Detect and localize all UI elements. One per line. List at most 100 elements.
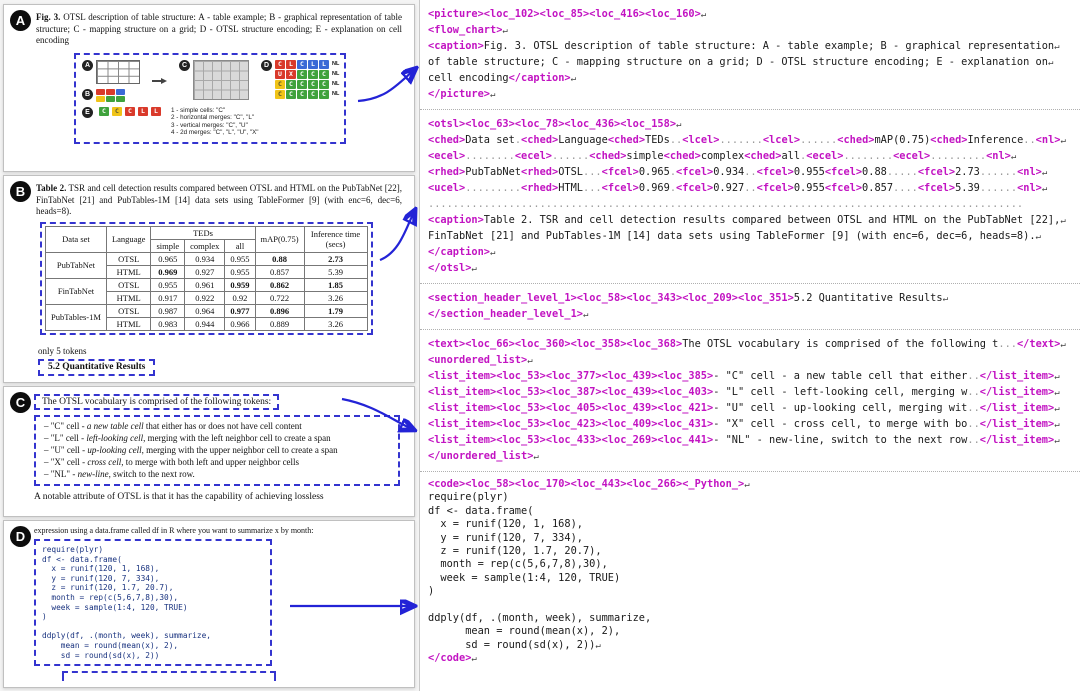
doctag-tag: <fcel> — [757, 166, 794, 178]
doctag-tag: <section_header_level_1> — [428, 292, 577, 304]
code-line: x = runif(120, 1, 168), — [42, 564, 264, 574]
doctag-tag: <list_item> — [428, 386, 496, 398]
doctag-tag: <ched> — [428, 134, 465, 146]
doctag-tag: <fcel> — [757, 182, 794, 194]
doctag-line: <picture><loc_102><loc_85><loc_416><loc_… — [428, 6, 1078, 22]
list-item: – "L" cell - left-looking cell, merging … — [44, 433, 390, 444]
doctag-tag: </otsl> — [428, 262, 471, 274]
return-icon: ↵ — [701, 10, 706, 20]
doctag-line: </otsl>↵ — [428, 260, 1078, 276]
table-cell: 2.73 — [304, 252, 367, 265]
mapping-grid-group: C — [179, 60, 249, 100]
code-line: sd = round(sd(x), 2)) — [42, 651, 264, 661]
doctag-line: <otsl><loc_63><loc_78><loc_436><loc_158>… — [428, 116, 1078, 132]
doctag-text: ddply(df, .(month, week), summarize, — [428, 612, 651, 624]
doctags-section-header-block: <section_header_level_1><loc_58><loc_343… — [420, 284, 1080, 330]
table-cell: HTML — [106, 291, 151, 304]
doctag-tag: </caption> — [509, 72, 571, 84]
nl-label: NL — [332, 61, 339, 67]
doctag-tag: </picture> — [428, 88, 490, 100]
diagram-label-d: D — [261, 60, 272, 71]
return-icon: ↵ — [471, 654, 476, 664]
col-header-map: mAP(0.75) — [255, 226, 304, 252]
otsl-grid-row — [96, 96, 125, 102]
doctag-line — [428, 599, 1078, 612]
doctag-tag: <fcel> — [825, 166, 862, 178]
nl-label: NL — [332, 81, 339, 87]
diagram-label-a: A — [82, 60, 93, 71]
list-item-text: – "L" cell - — [44, 433, 86, 443]
doctag-text: week = sample(1:4, 120, TRUE) — [428, 572, 620, 584]
pad-dots: ...... — [800, 134, 837, 146]
doctag-text: FinTabNet [21] and PubTables-1M [14] dat… — [428, 230, 1036, 242]
figure-caption-text: OTSL description of table structure: A -… — [36, 12, 402, 45]
table-cell-dataset: PubTabNet — [46, 252, 107, 278]
doctag-line: ) — [428, 585, 1078, 598]
doctag-line: cell encoding</caption>↵ — [428, 70, 1078, 86]
pad-dots: .. — [670, 134, 682, 146]
doctag-tag: <list_item> — [428, 434, 496, 446]
code-intro-fragment: expression using a data.frame called df … — [34, 526, 404, 535]
pad-dots: ... — [583, 166, 602, 178]
flow-arrow-icon — [152, 78, 167, 84]
doctag-tag: <loc_387> — [546, 386, 602, 398]
table-cell: 0.917 — [151, 291, 185, 304]
return-icon: ↵ — [1054, 420, 1059, 430]
code-annotation-box: require(plyr)df <- data.frame( x = runif… — [34, 539, 272, 666]
doctag-line: <list_item><loc_53><loc_433><loc_269><lo… — [428, 432, 1078, 448]
table-cell: 0.92 — [225, 291, 255, 304]
doctag-tag: <ched> — [664, 150, 701, 162]
list-item-text: cross cell — [87, 457, 121, 467]
doctag-tag: <loc_443> — [571, 478, 627, 490]
code-line: month = rep(c(5,6,7,8),30), — [42, 593, 264, 603]
list-item-text: new-line — [78, 469, 109, 479]
doctag-tag: <lcel> — [682, 134, 719, 146]
list-item-text: – "NL" - — [44, 469, 78, 479]
list-item-text: a new table cell — [87, 421, 144, 431]
otsl-cell: C — [99, 107, 109, 116]
table-caption-text: TSR and cell detection results compared … — [36, 183, 402, 216]
list-annotation-box: – "C" cell - a new table cell that eithe… — [34, 415, 400, 486]
table-cell: 0.955 — [151, 278, 185, 291]
otsl-grid-row: CCCCCNL — [275, 80, 339, 89]
doctag-tag: <loc_53> — [496, 402, 546, 414]
pad-dots: ........ — [843, 150, 893, 162]
legend-line: 2 - horizontal merges: "C", "L" — [171, 114, 259, 122]
doctags-output-panel: <picture><loc_102><loc_85><loc_416><loc_… — [420, 0, 1080, 691]
doctag-text: TEDs — [645, 134, 670, 146]
list-item-text: , merging with the upper neighbor cell t… — [142, 445, 338, 455]
doctag-tag: <ched> — [930, 134, 967, 146]
doctag-text: z = runif(120, 1.7, 20.7), — [428, 545, 602, 557]
return-icon: ↵ — [744, 480, 749, 490]
table-caption: Table 2. TSR and cell detection results … — [36, 183, 402, 218]
doctag-tag: <list_item> — [428, 418, 496, 430]
code-line: z = runif(120, 1.7, 20.7), — [42, 583, 264, 593]
list-item-text: , switch to the next row. — [109, 469, 195, 479]
doctag-tag: <unordered_list> — [428, 354, 527, 366]
pad-dots: ... — [583, 182, 602, 194]
doctag-tag: <loc_63> — [465, 118, 515, 130]
return-icon: ↵ — [1060, 136, 1065, 146]
otsl-cell: C — [297, 80, 307, 89]
return-icon: ↵ — [490, 90, 495, 100]
cell-encoding-samples: CCCLL — [99, 107, 161, 117]
doctag-tag: <loc_85> — [540, 8, 590, 20]
doctag-tag: <loc_78> — [515, 118, 565, 130]
paragraph-fragment: only 5 tokens — [38, 346, 414, 356]
code-line: ddply(df, .(month, week), summarize, — [42, 631, 264, 641]
otsl-cell — [106, 89, 115, 95]
diagram-label-b: B — [82, 89, 93, 100]
table-cell: 0.862 — [255, 278, 304, 291]
badge-d: D — [10, 526, 31, 547]
doctag-tag: </list_item> — [980, 370, 1054, 382]
doctag-text: OTSL — [558, 166, 583, 178]
doctag-text: require(plyr) — [428, 491, 509, 503]
doctag-tag: <loc_416> — [589, 8, 645, 20]
table-cell: 0.857 — [255, 265, 304, 278]
otsl-cell: C — [275, 60, 285, 69]
otsl-cell: C — [319, 80, 329, 89]
badge-c: C — [10, 392, 31, 413]
otsl-cell — [116, 96, 125, 102]
table-cell: 0.955 — [225, 252, 255, 265]
pad-dots: ...... — [552, 150, 589, 162]
